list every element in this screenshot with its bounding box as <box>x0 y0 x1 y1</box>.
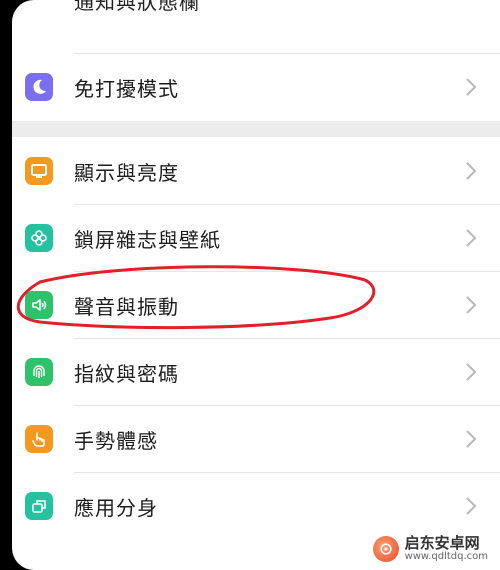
flower-icon <box>25 224 53 252</box>
monitor-icon <box>25 157 53 185</box>
watermark: 启东安卓网 www.qdltdq.com <box>370 533 494 564</box>
setting-fingerprint[interactable]: 指紋與密碼 <box>12 339 500 405</box>
settings-screen: 通知與狀態欄 免打擾模式 顯示與亮度 鎖屏雜志與壁紙 聲音與振動 指紋與密碼 手… <box>12 0 500 570</box>
chevron-right-icon <box>464 496 478 516</box>
setting-label: 顯示與亮度 <box>74 160 179 185</box>
setting-label: 聲音與振動 <box>74 294 179 319</box>
setting-app-clone[interactable]: 應用分身 <box>12 473 500 539</box>
setting-label: 鎖屏雜志與壁紙 <box>74 227 221 252</box>
watermark-url: www.qdltdq.com <box>404 550 488 562</box>
setting-label: 免打擾模式 <box>74 76 179 101</box>
chevron-right-icon <box>464 295 478 315</box>
speaker-icon <box>25 291 53 319</box>
moon-icon <box>25 73 53 101</box>
chevron-right-icon <box>464 77 478 97</box>
chevron-right-icon <box>464 161 478 181</box>
setting-display[interactable]: 顯示與亮度 <box>12 138 500 204</box>
watermark-title: 启东安卓网 <box>404 533 480 552</box>
setting-gestures[interactable]: 手勢體感 <box>12 406 500 472</box>
hand-icon <box>25 425 53 453</box>
watermark-logo-icon <box>372 535 399 562</box>
chevron-right-icon <box>464 429 478 449</box>
setting-label: 手勢體感 <box>74 428 158 453</box>
setting-dnd[interactable]: 免打擾模式 <box>12 54 500 120</box>
app-clone-icon <box>25 492 53 520</box>
partial-top-item: 通知與狀態欄 <box>12 0 500 36</box>
chevron-right-icon <box>464 362 478 382</box>
setting-label: 指紋與密碼 <box>74 361 179 386</box>
partial-top-label: 通知與狀態欄 <box>74 0 200 14</box>
fingerprint-icon <box>25 358 53 386</box>
section-gap <box>12 121 500 137</box>
setting-sound[interactable]: 聲音與振動 <box>12 272 500 338</box>
setting-label: 應用分身 <box>74 495 158 520</box>
setting-lockscreen[interactable]: 鎖屏雜志與壁紙 <box>12 205 500 271</box>
chevron-right-icon <box>464 228 478 248</box>
